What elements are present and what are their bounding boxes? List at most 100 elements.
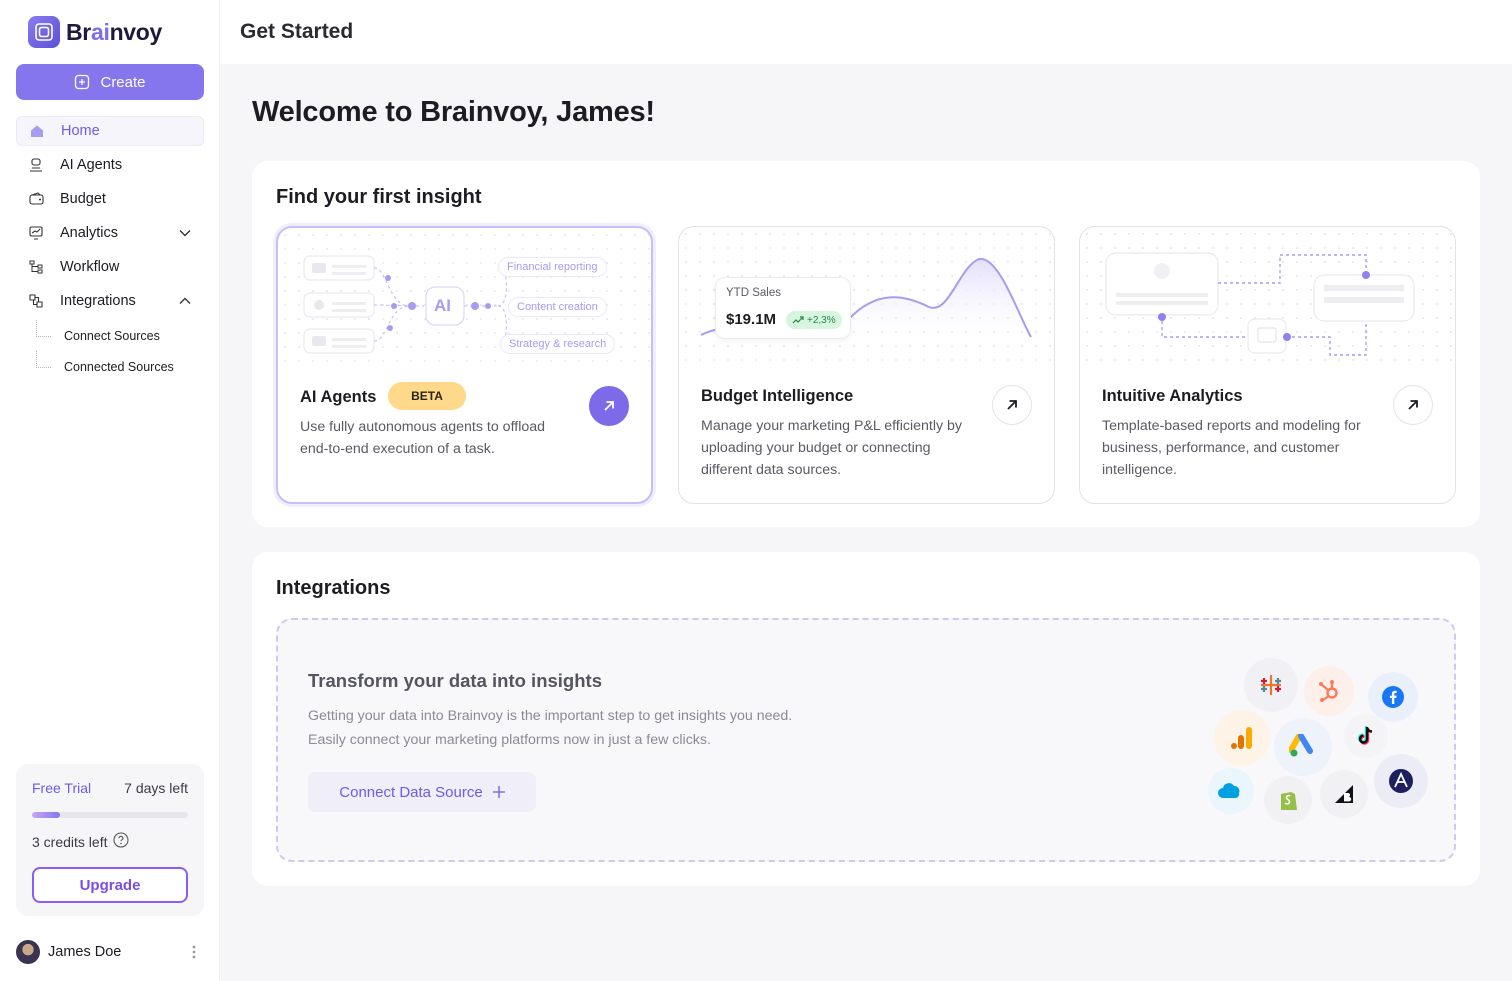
card-title: Budget Intelligence	[701, 387, 854, 405]
credits-row: 3 credits left	[32, 832, 188, 851]
connect-data-source-button[interactable]: Connect Data Source	[308, 772, 536, 812]
chevron-up-icon[interactable]	[178, 294, 192, 312]
sidebar-item-integrations[interactable]: Integrations	[16, 286, 204, 316]
trend-up-icon	[792, 316, 804, 324]
growth-value: +2,3%	[807, 314, 836, 326]
chevron-down-icon[interactable]	[178, 226, 192, 244]
beta-badge: BETA	[388, 382, 466, 410]
hubspot-icon	[1304, 666, 1354, 716]
desc-line: Easily connect your marketing platforms …	[308, 732, 711, 748]
desc-line: Getting your data into Brainvoy is the i…	[308, 708, 793, 724]
sidebar-item-label: Analytics	[60, 225, 119, 241]
home-icon	[29, 123, 45, 139]
analytics-illustration	[1080, 227, 1455, 372]
sidebar-item-ai-agents[interactable]: AI Agents	[16, 150, 204, 180]
ai-center-label: AI	[434, 296, 451, 315]
sidebar-item-label: Workflow	[60, 259, 120, 275]
arrow-up-right-icon	[604, 401, 614, 411]
card-description: Use fully autonomous agents to offload e…	[300, 419, 546, 457]
create-button-label: Create	[100, 73, 146, 91]
more-vertical-icon[interactable]	[192, 944, 196, 965]
trial-card: Free Trial 7 days left 3 credits left Up…	[16, 764, 204, 916]
upgrade-button[interactable]: Upgrade	[32, 867, 188, 903]
user-name: James Doe	[48, 944, 122, 960]
page-title: Get Started	[240, 20, 354, 43]
help-icon[interactable]	[113, 832, 130, 851]
budget-illustration: YTD Sales $19.1M +2,3%	[679, 227, 1054, 372]
user-profile[interactable]: James Doe	[16, 940, 204, 964]
pill-strategy-research: Strategy & research	[500, 334, 616, 354]
avatar	[16, 940, 40, 964]
ai-agents-card[interactable]: AI Financial reporting Content creation …	[276, 226, 653, 504]
sidebar-item-label: Integrations	[60, 293, 136, 309]
brainvoy-logo-icon	[28, 16, 60, 48]
chart-icon	[28, 225, 44, 241]
trial-days-left: 7 days left	[124, 780, 188, 796]
shopify-icon	[1264, 776, 1312, 824]
sidebar-subitem-connected-sources[interactable]: Connected Sources	[36, 351, 204, 382]
ai-agents-illustration: AI Financial reporting Content creation …	[278, 228, 651, 373]
main-nav: Home AI Agents Budget Analytics Workflow…	[16, 116, 204, 382]
google-ads-icon	[1274, 718, 1332, 776]
sidebar-item-label: Budget	[60, 191, 106, 207]
integrations-title: Integrations	[276, 577, 391, 599]
trial-progress-bar	[32, 812, 188, 818]
welcome-heading: Welcome to Brainvoy, James!	[252, 96, 655, 128]
card-description: Manage your marketing P&L efficiently by…	[701, 418, 963, 478]
card-description: Template-based reports and modeling for …	[1102, 418, 1361, 478]
plug-icon	[28, 293, 44, 309]
sidebar-item-label: Home	[61, 123, 100, 139]
integrations-description: Getting your data into Brainvoy is the i…	[308, 704, 792, 752]
arrow-up-right-icon	[1408, 400, 1418, 410]
plus-square-icon	[75, 74, 90, 90]
workflow-icon	[28, 259, 44, 275]
top-header: Get Started	[220, 0, 1512, 64]
trial-progress-fill	[32, 812, 61, 818]
credits-left: 3 credits left	[32, 833, 108, 850]
ytd-label: YTD Sales	[726, 287, 781, 299]
plus-icon	[492, 786, 505, 798]
salesforce-icon	[1208, 768, 1254, 814]
sidebar: Brainvoy Create Home AI Agents Budget An…	[0, 0, 220, 981]
card-title: AI Agents	[300, 388, 377, 406]
open-budget-button[interactable]	[992, 385, 1032, 425]
brand-name: Brainvoy	[66, 18, 163, 45]
cta-label: Connect Data Source	[339, 783, 483, 801]
budget-intelligence-card[interactable]: YTD Sales $19.1M +2,3% Budget Intelligen…	[678, 226, 1055, 504]
wallet-icon	[28, 191, 44, 207]
sidebar-item-analytics[interactable]: Analytics	[16, 218, 204, 248]
appsflyer-icon	[1374, 754, 1428, 808]
bigcommerce-icon	[1320, 770, 1368, 818]
create-button[interactable]: Create	[16, 64, 204, 100]
robot-icon	[28, 157, 44, 173]
sidebar-item-budget[interactable]: Budget	[16, 184, 204, 214]
sidebar-item-label: AI Agents	[60, 157, 123, 173]
analytics-flow-diagram	[1105, 252, 1415, 356]
intuitive-analytics-card[interactable]: Intuitive Analytics Template-based repor…	[1079, 226, 1456, 504]
open-ai-agents-button[interactable]	[589, 386, 629, 426]
tableau-icon	[1244, 658, 1298, 712]
integrations-heading: Transform your data into insights	[308, 670, 602, 691]
tiktok-icon	[1344, 714, 1388, 758]
sidebar-item-home[interactable]: Home	[16, 116, 204, 146]
integrations-panel: Integrations Transform your data into in…	[252, 552, 1480, 886]
card-title: Intuitive Analytics	[1102, 387, 1243, 405]
sidebar-item-workflow[interactable]: Workflow	[16, 252, 204, 282]
growth-badge: +2,3%	[786, 311, 842, 329]
ytd-value: $19.1M	[726, 311, 777, 328]
subitem-label: Connect Sources	[64, 328, 160, 343]
trial-label: Free Trial	[32, 780, 92, 796]
arrow-up-right-icon	[1007, 400, 1017, 410]
insights-title: Find your first insight	[276, 186, 482, 208]
pill-financial-reporting: Financial reporting	[498, 257, 607, 277]
integrations-dropzone: Transform your data into insights Gettin…	[276, 618, 1456, 862]
insights-panel: Find your first insight AI Financial rep…	[252, 161, 1480, 527]
open-analytics-button[interactable]	[1393, 385, 1433, 425]
sidebar-subitem-connect-sources[interactable]: Connect Sources	[36, 320, 204, 351]
brand-logo[interactable]: Brainvoy	[28, 16, 162, 48]
subitem-label: Connected Sources	[64, 359, 174, 374]
ytd-sales-card: YTD Sales $19.1M +2,3%	[715, 277, 851, 339]
google-analytics-icon	[1214, 710, 1270, 766]
pill-content-creation: Content creation	[508, 297, 607, 317]
facebook-icon	[1368, 672, 1418, 722]
